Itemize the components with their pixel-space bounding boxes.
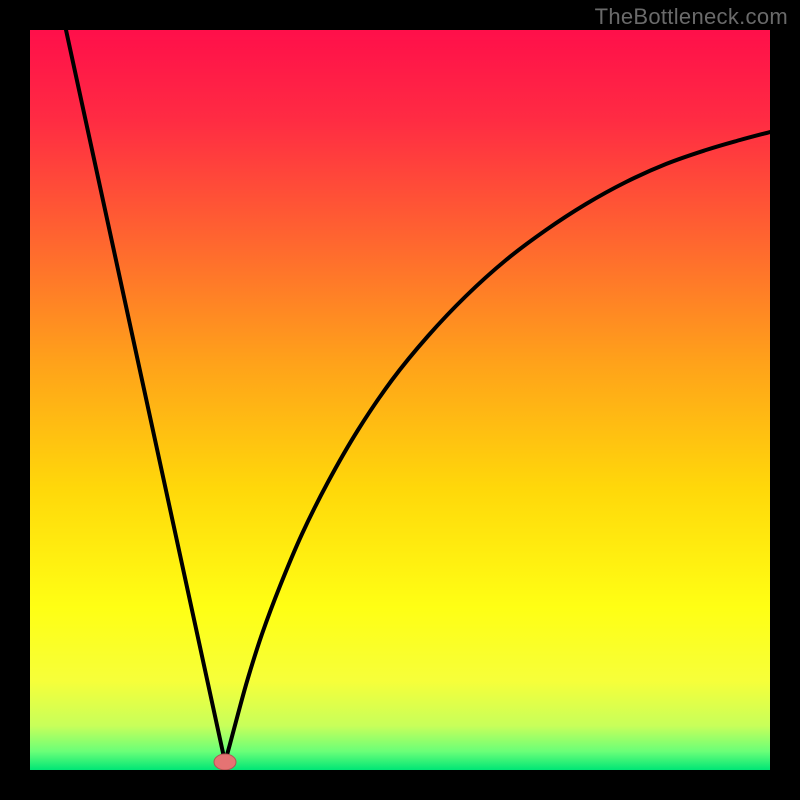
optimum-marker xyxy=(214,754,236,770)
marker-group xyxy=(214,754,236,770)
chart-container: TheBottleneck.com xyxy=(0,0,800,800)
plot-area xyxy=(30,30,770,770)
gradient-background xyxy=(30,30,770,770)
chart-svg xyxy=(30,30,770,770)
watermark-text: TheBottleneck.com xyxy=(595,4,788,30)
